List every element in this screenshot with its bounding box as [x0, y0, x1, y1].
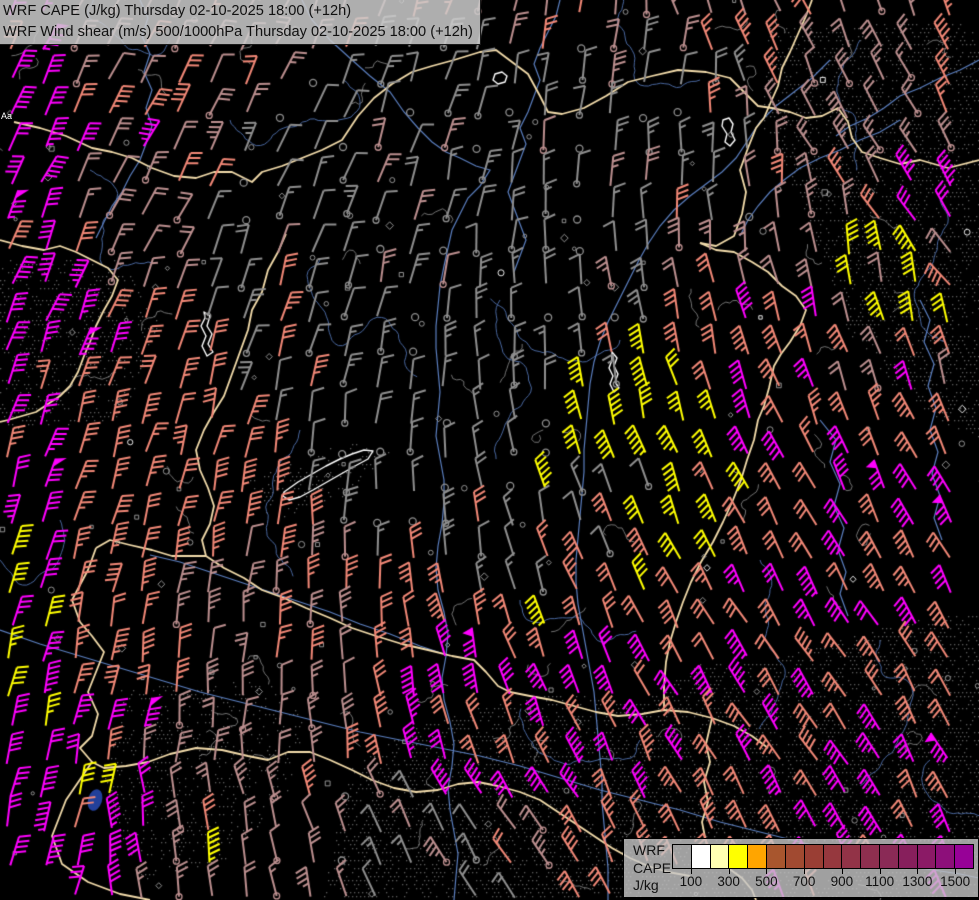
legend-tick-label: 700	[793, 874, 816, 889]
cape-legend: WRF CAPE J/kg 100 300 500 700 900 1100 1300 150…	[623, 838, 979, 898]
legend-swatch-7	[804, 845, 823, 868]
legend-swatch-2	[710, 845, 729, 868]
legend-swatch-12	[898, 845, 917, 868]
legend-swatch-8	[823, 845, 842, 868]
cape-title: WRF CAPE (J/kg) Thursday 02-10-2025 18:0…	[3, 1, 473, 22]
legend-swatch-10	[860, 845, 879, 868]
legend-title-line-3: J/kg	[633, 877, 671, 895]
map-canvas	[0, 0, 979, 900]
legend-swatch-4	[747, 845, 766, 868]
legend-tick-label: 300	[717, 874, 740, 889]
wind-shear-title: WRF Wind shear (m/s) 500/1000hPa Thursda…	[3, 22, 473, 43]
legend-swatch-13	[917, 845, 936, 868]
legend-swatch-1	[691, 845, 710, 868]
legend-tick-label: 1500	[940, 874, 970, 889]
weather-map-viewport: Aa WRF CAPE (J/kg) Thursday 02-10-2025 1…	[0, 0, 979, 900]
legend-tick-label: 1300	[902, 874, 932, 889]
title-bar: WRF CAPE (J/kg) Thursday 02-10-2025 18:0…	[0, 0, 481, 45]
legend-tick-label: 100	[680, 874, 703, 889]
legend-swatch-0	[673, 845, 691, 868]
legend-swatch-11	[879, 845, 898, 868]
legend-tick-label: 500	[755, 874, 778, 889]
legend-swatch-6	[785, 845, 804, 868]
legend-swatch-3	[728, 845, 747, 868]
map-corner-label: Aa	[1, 111, 12, 121]
legend-swatch-14	[935, 845, 954, 868]
legend-title-line-2: CAPE	[633, 860, 671, 878]
legend-tick-label: 900	[831, 874, 854, 889]
legend-swatch-5	[766, 845, 785, 868]
legend-title-line-1: WRF	[633, 842, 671, 860]
legend-swatch-9	[841, 845, 860, 868]
legend-swatch-row	[672, 844, 974, 869]
legend-title: WRF CAPE J/kg	[633, 842, 671, 895]
legend-tick-label: 1100	[865, 874, 894, 889]
legend-swatch-15	[954, 845, 973, 868]
legend-colorbar: 100 300 500 700 900 1100 1300 1500	[672, 844, 974, 896]
